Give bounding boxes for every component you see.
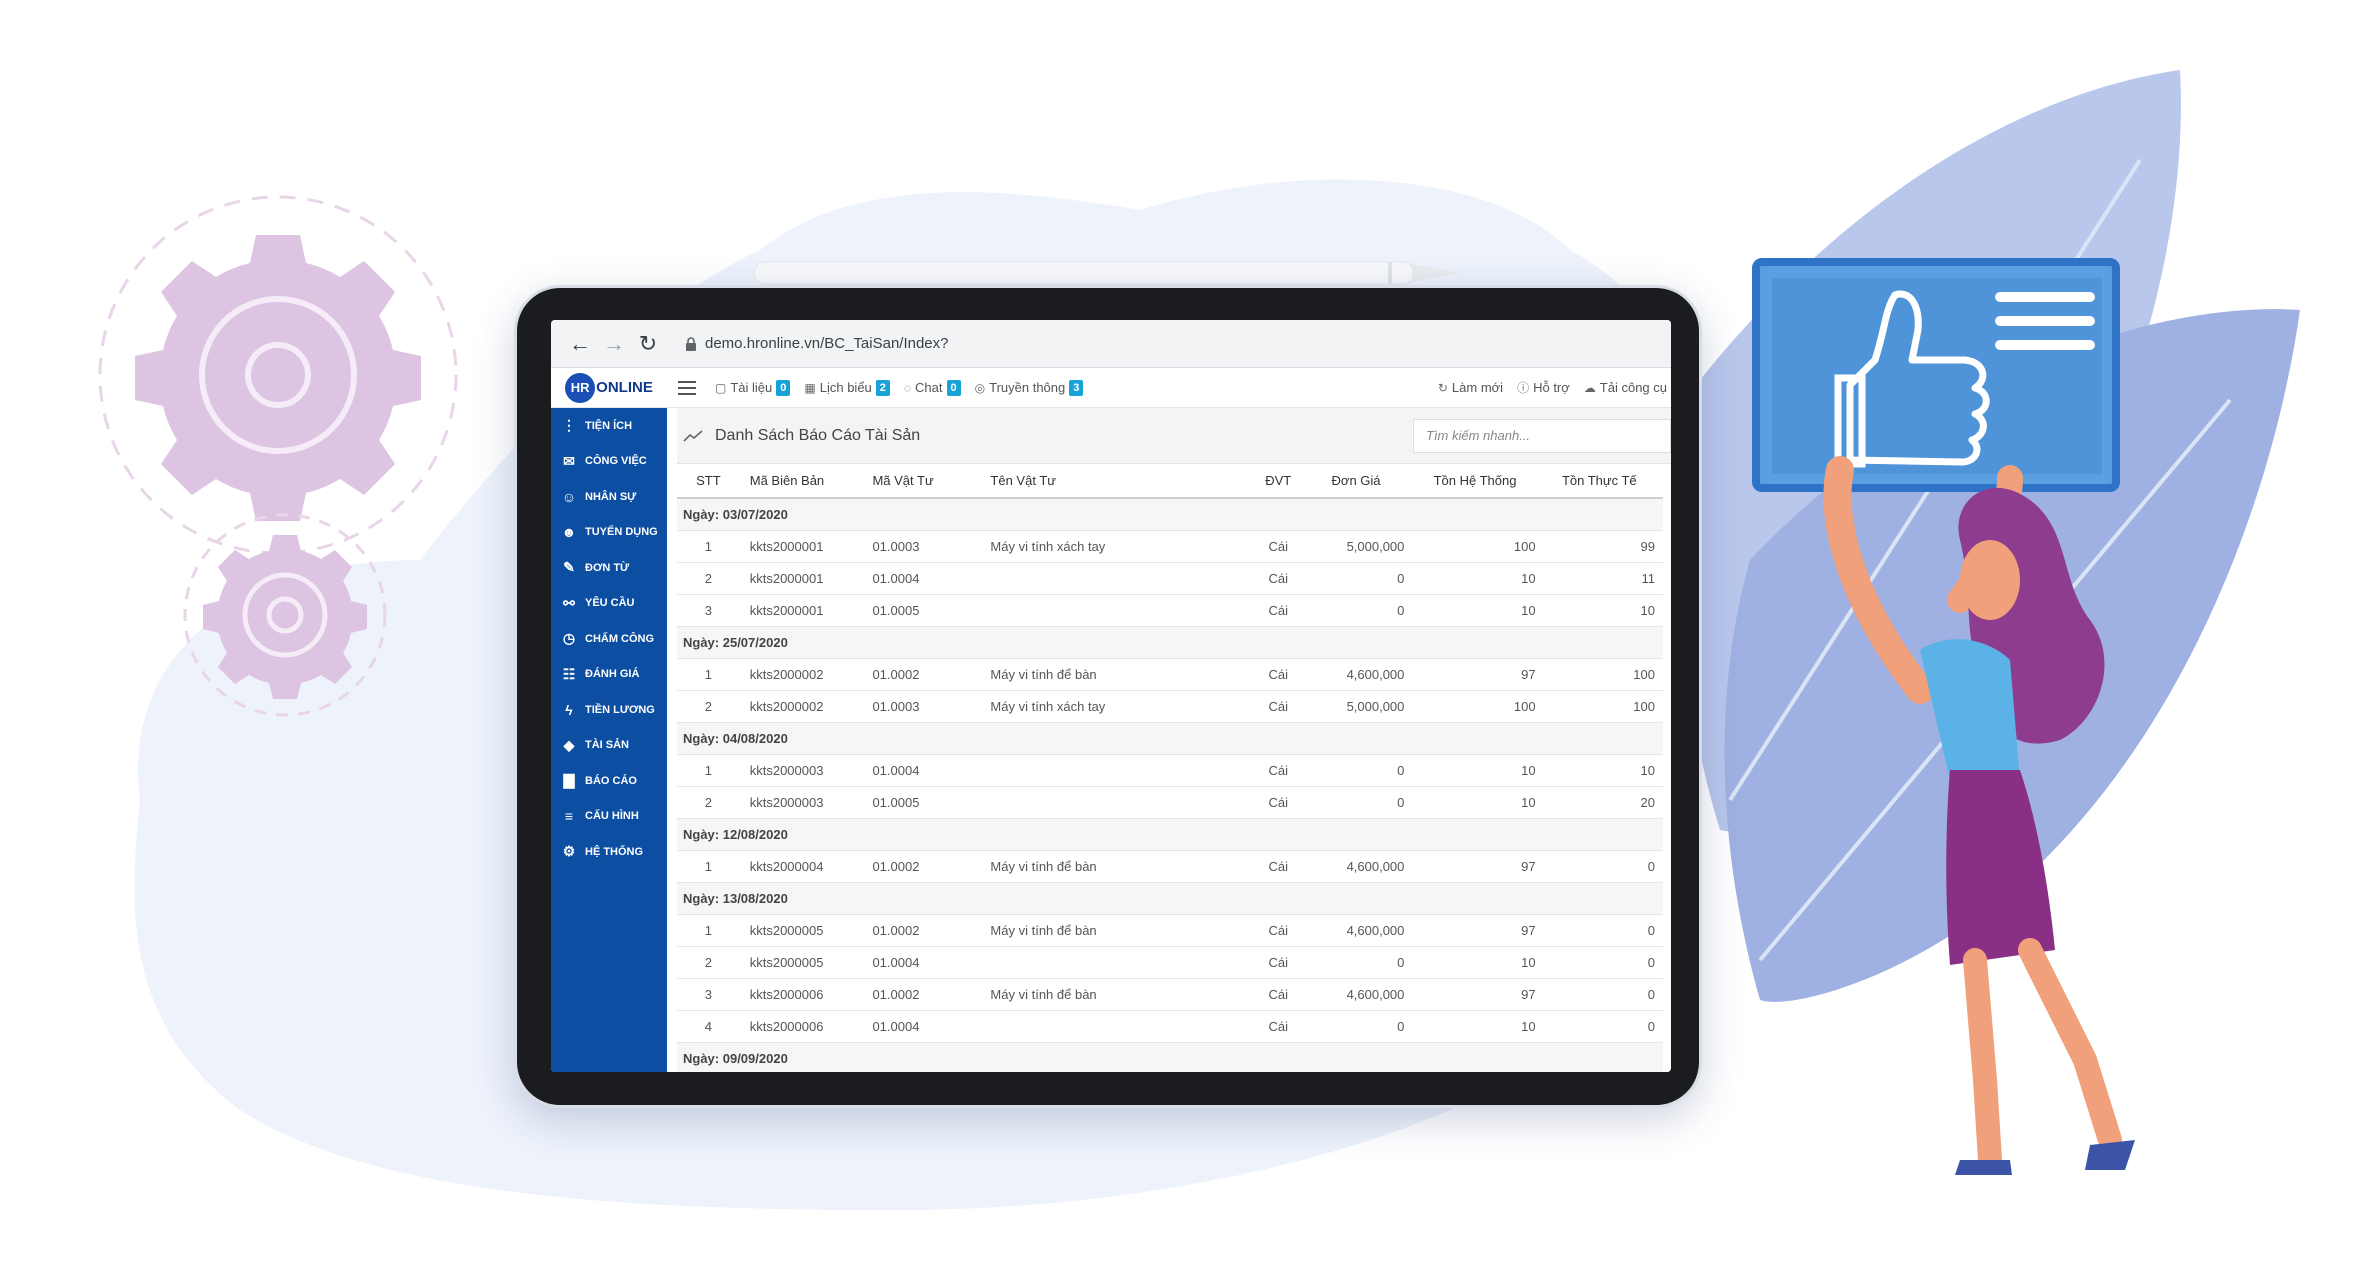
marketing-scene: ← → ↻ demo.hronline.vn/BC_TaiSan/Index? … (0, 0, 2375, 1272)
thumbs-up-sign (1752, 258, 2120, 492)
person-illustration (1752, 258, 2135, 1175)
